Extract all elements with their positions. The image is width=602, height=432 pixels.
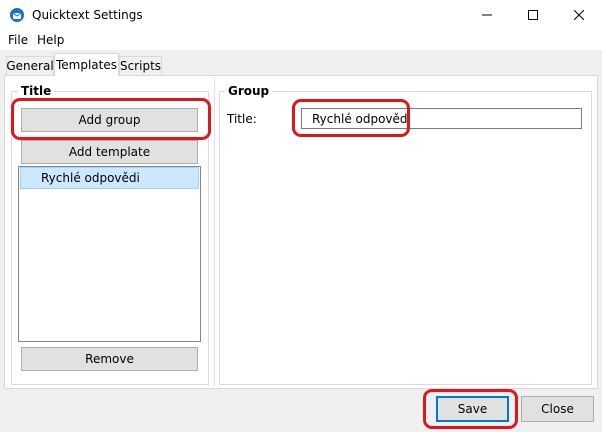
remove-button[interactable]: Remove — [21, 347, 198, 371]
title-field-label: Title: — [227, 112, 257, 126]
tab-templates[interactable]: Templates — [54, 53, 119, 76]
group-groupbox-legend: Group — [225, 84, 273, 98]
close-button[interactable]: Close — [521, 396, 594, 422]
list-item-label: Rychlé odpovědi — [41, 171, 140, 185]
close-window-button[interactable] — [556, 0, 602, 30]
minimize-button[interactable] — [464, 0, 510, 30]
menu-file[interactable]: File — [8, 33, 28, 47]
menu-bar — [0, 30, 602, 50]
highlight-title-input — [292, 99, 410, 137]
tab-scripts[interactable]: Scripts — [119, 56, 162, 75]
thunderbird-icon — [9, 7, 25, 23]
tab-general[interactable]: General — [6, 56, 54, 75]
maximize-button[interactable] — [510, 0, 556, 30]
highlight-save — [423, 389, 518, 429]
list-item[interactable]: Rychlé odpovědi — [20, 167, 199, 189]
template-listbox[interactable] — [18, 166, 201, 342]
close-icon — [574, 10, 584, 20]
add-template-button[interactable]: Add template — [21, 140, 198, 164]
title-groupbox-legend: Title — [18, 84, 55, 98]
maximize-icon — [528, 10, 538, 20]
highlight-add-group — [11, 98, 211, 140]
panel-divider[interactable] — [214, 78, 215, 386]
menu-help[interactable]: Help — [37, 33, 64, 47]
window-title: Quicktext Settings — [32, 8, 143, 22]
minimize-icon — [482, 14, 492, 16]
